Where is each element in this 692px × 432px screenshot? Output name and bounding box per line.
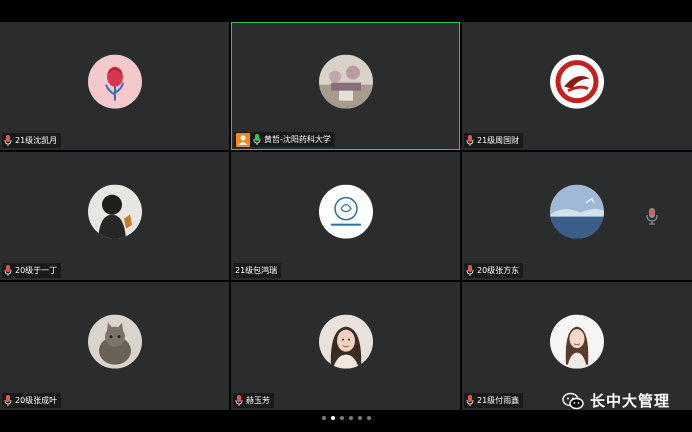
participant-name-label: 21级周国财 <box>464 133 524 148</box>
participant-tile[interactable]: 赫玉芳 <box>231 282 460 410</box>
participant-name: 20级张成叶 <box>15 396 58 405</box>
microphone-muted-icon <box>646 208 658 225</box>
woman2-avatar-icon <box>550 314 604 369</box>
microphone-icon <box>466 265 474 276</box>
participant-name: 20级张方东 <box>477 266 520 275</box>
participant-name: 21级周国财 <box>477 136 520 145</box>
participant-name: 赫玉芳 <box>246 396 270 405</box>
participant-name: 黄哲-沈阳药科大学 <box>264 135 331 144</box>
participant-tile[interactable]: 21级包鸿瑞 <box>231 152 460 280</box>
rose-avatar-icon <box>87 54 142 109</box>
participant-tile[interactable]: 20级张方东 <box>462 152 692 280</box>
microphone-active-icon <box>253 134 261 145</box>
page-dot[interactable] <box>339 416 344 420</box>
participant-name-label: 20级张方东 <box>464 263 524 278</box>
participant-name-label: 赫玉芳 <box>233 393 274 408</box>
participant-tile[interactable]: 21级周国财 <box>462 22 692 150</box>
microphone-icon <box>4 135 12 146</box>
participant-tile-active[interactable]: 黄哲-沈阳药科大学 <box>231 22 460 150</box>
page-dot[interactable] <box>357 416 362 420</box>
participant-tile[interactable]: 21级沈凯月 <box>0 22 229 150</box>
silhouette-avatar-icon <box>87 184 142 239</box>
page-dot[interactable] <box>348 416 353 420</box>
microphone-icon <box>466 135 474 146</box>
wechat-icon <box>562 392 584 409</box>
video-grid: 21级沈凯月 黄哲-沈阳药科大学 21级周国财 20级于一丁 21级包鸿瑞 20… <box>0 22 692 410</box>
participant-name-label: 黄哲-沈阳药科大学 <box>234 132 335 147</box>
participant-name-label: 20级张成叶 <box>2 393 62 408</box>
participant-name-label: 21级沈凯月 <box>2 133 62 148</box>
microphone-icon <box>235 395 243 406</box>
participant-name-label: 21级包鸿瑞 <box>233 263 282 278</box>
page-dot-current[interactable] <box>330 416 335 420</box>
participant-name: 21级付雨鑫 <box>477 396 520 405</box>
seascape-avatar-icon <box>550 184 604 239</box>
participant-tile[interactable]: 20级于一丁 <box>0 152 229 280</box>
university-seal-avatar-icon <box>318 184 373 239</box>
participant-name-label: 20级于一丁 <box>2 263 62 278</box>
participant-name: 21级沈凯月 <box>15 136 58 145</box>
watermark: 长中大管理 <box>562 390 670 411</box>
watermark-text: 长中大管理 <box>589 392 670 410</box>
page-dot[interactable] <box>321 416 326 420</box>
host-icon <box>236 132 250 147</box>
participant-name: 21级包鸿瑞 <box>235 266 278 275</box>
microphone-icon <box>466 395 474 406</box>
microphone-icon <box>4 395 12 406</box>
page-indicator[interactable] <box>0 416 692 420</box>
page-dot[interactable] <box>366 416 371 420</box>
participant-name-label: 21级付雨鑫 <box>464 393 524 408</box>
photo-avatar-icon <box>318 54 373 109</box>
participant-name: 20级于一丁 <box>15 266 58 275</box>
woman-avatar-icon <box>318 314 373 369</box>
cat-avatar-icon <box>87 314 142 369</box>
participant-tile[interactable]: 20级张成叶 <box>0 282 229 410</box>
logo-avatar-icon <box>550 54 604 109</box>
microphone-icon <box>4 265 12 276</box>
